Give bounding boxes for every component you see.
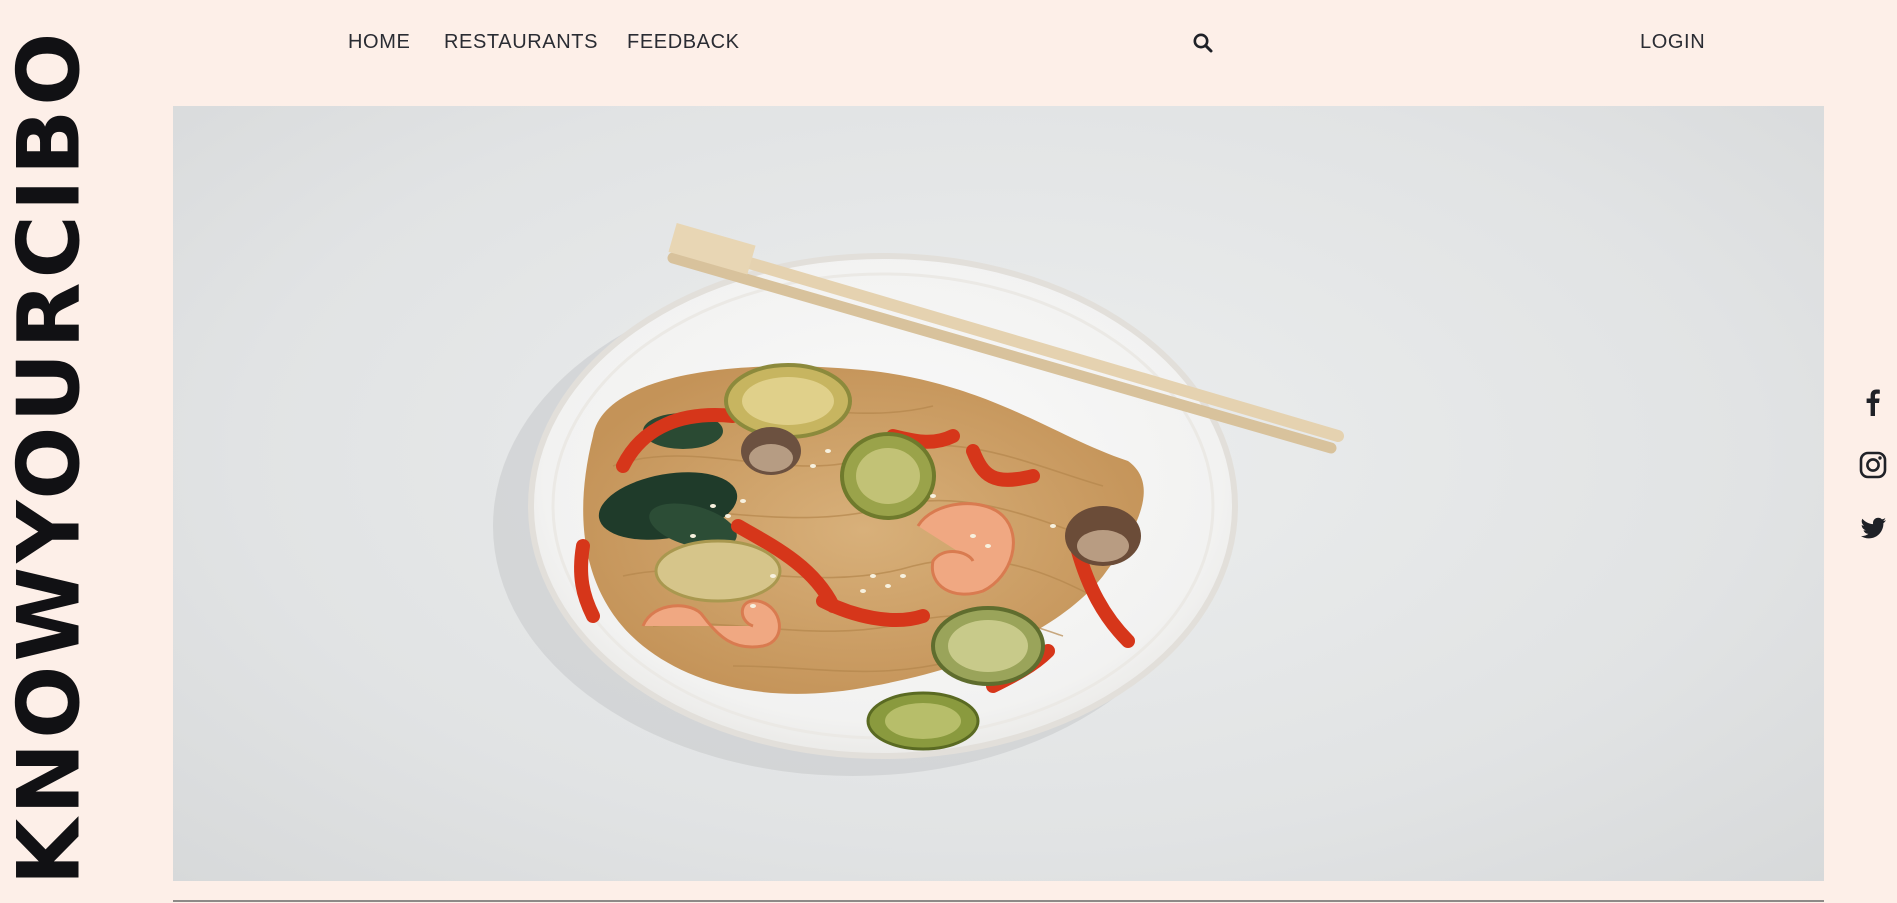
facebook-link[interactable] xyxy=(1858,387,1888,417)
noodle-dish-illustration xyxy=(493,223,1344,776)
login-link[interactable]: LOGIN xyxy=(1640,31,1705,54)
twitter-icon xyxy=(1860,517,1886,539)
brand-logo[interactable]: KNOWYOURCIBO xyxy=(14,26,84,888)
instagram-icon xyxy=(1859,451,1887,479)
nav-home-link[interactable]: HOME xyxy=(348,31,410,54)
hero-image xyxy=(173,106,1824,881)
hero-bottom-divider xyxy=(173,900,1824,902)
twitter-link[interactable] xyxy=(1858,513,1888,543)
nav-restaurants-link[interactable]: RESTAURANTS xyxy=(444,31,598,54)
search-icon xyxy=(1193,33,1213,53)
page: KNOWYOURCIBO HOME RESTAURANTS FEEDBACK L… xyxy=(0,0,1897,903)
nav-feedback-link[interactable]: FEEDBACK xyxy=(627,31,740,54)
brand-logo-text: KNOWYOURCIBO xyxy=(14,28,84,886)
facebook-icon xyxy=(1866,389,1880,416)
search-button[interactable] xyxy=(1192,32,1214,54)
instagram-link[interactable] xyxy=(1858,450,1888,480)
